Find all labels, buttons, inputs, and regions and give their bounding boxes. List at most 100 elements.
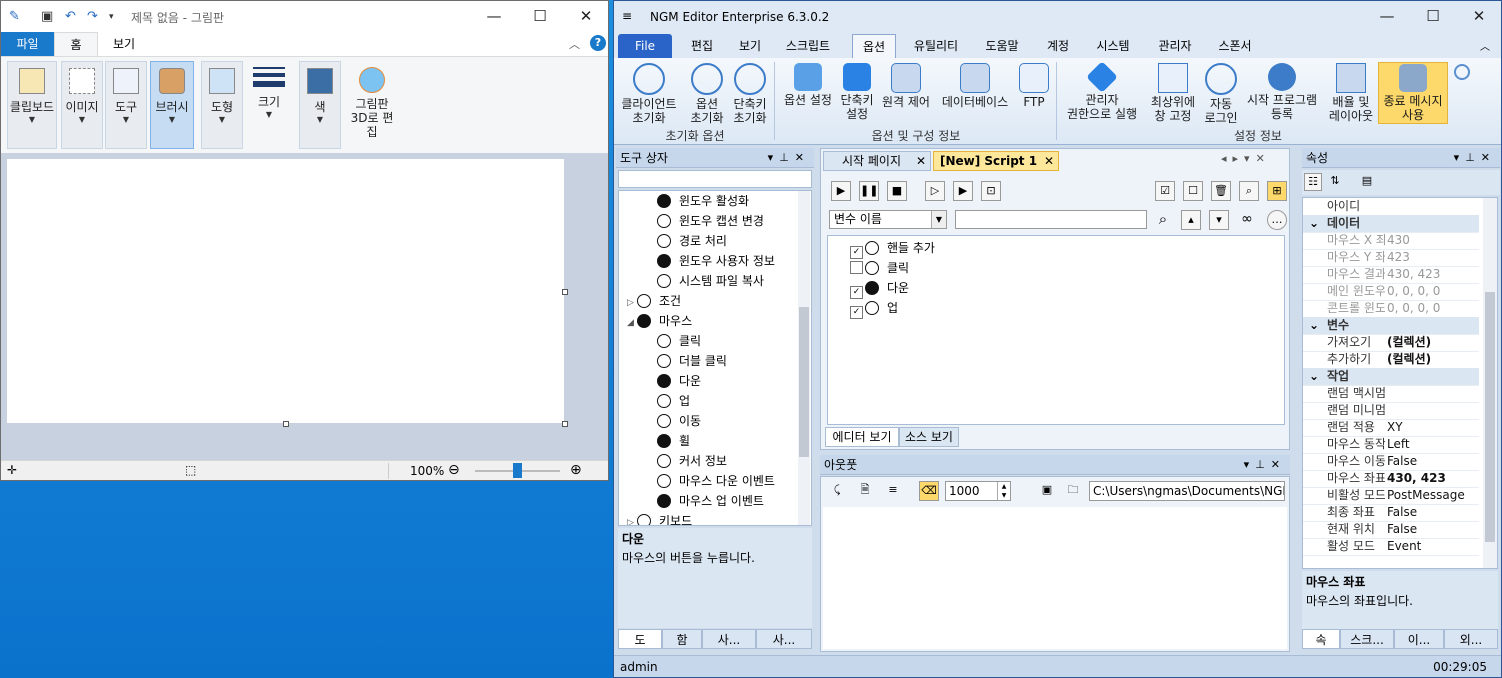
- collapse-icon[interactable]: ⌄: [1309, 317, 1319, 334]
- menu-script[interactable]: 스크립트: [778, 34, 838, 58]
- shapes-button[interactable]: 도형 ▼: [201, 61, 243, 149]
- property-row[interactable]: 랜덤 맥시멈: [1303, 385, 1479, 403]
- tab-source-view[interactable]: 소스 보기: [899, 427, 959, 447]
- property-row[interactable]: 활성 모드 Event: [1303, 538, 1479, 556]
- toolbox-search-input[interactable]: [618, 170, 812, 188]
- startup-register-button[interactable]: 시작 프로그램 등록: [1242, 62, 1322, 124]
- option-reset-button[interactable]: 옵션 초기화: [684, 62, 730, 125]
- toolbox-item[interactable]: ◢ 마우스: [627, 311, 692, 331]
- variable-select[interactable]: 변수 이름 ▼: [829, 210, 947, 229]
- run-as-admin-button[interactable]: 관리자 권한으로 실행: [1060, 61, 1144, 124]
- size-button[interactable]: 크기 ▼: [247, 61, 291, 149]
- remote-control-button[interactable]: 원격 제어: [878, 62, 934, 124]
- shortcut-reset-button[interactable]: 단축키 초기화: [730, 62, 770, 125]
- script-item[interactable]: 클릭: [850, 258, 909, 278]
- menu-utility[interactable]: 유틸리티: [906, 34, 966, 58]
- expand-icon[interactable]: ◢: [627, 313, 637, 333]
- tab-home[interactable]: 홈: [54, 32, 98, 56]
- property-row[interactable]: 현재 위치 False: [1303, 521, 1479, 539]
- property-row[interactable]: 콘트롤 윈도우0, 0, 0, 0: [1303, 300, 1479, 318]
- tab-editor-view[interactable]: 에디터 보기: [825, 427, 899, 447]
- menu-help[interactable]: 도움말: [978, 34, 1026, 58]
- ribbon-collapse-icon[interactable]: ︿: [1480, 38, 1490, 53]
- option-settings-button[interactable]: 옵션 설정: [780, 62, 836, 124]
- toolbox-item[interactable]: 윈도우 캡션 변경: [657, 211, 764, 231]
- property-row[interactable]: 마우스 이동 False: [1303, 453, 1479, 471]
- ngm-menu-icon[interactable]: ≡: [622, 9, 632, 23]
- save-icon[interactable]: ▣: [1037, 481, 1057, 501]
- shortcut-settings-button[interactable]: 단축키 설정: [838, 62, 876, 124]
- resize-handle-bottom[interactable]: [283, 421, 289, 427]
- tab-image[interactable]: 이...: [1394, 629, 1444, 649]
- pane-controls-icon[interactable]: ▾⊥✕: [1454, 148, 1496, 168]
- pause-button[interactable]: ❚❚: [859, 181, 879, 201]
- undo-icon[interactable]: ↶: [65, 9, 76, 24]
- toolbox-item[interactable]: ▷ 조건: [627, 291, 681, 311]
- toolbox-item[interactable]: 업: [657, 391, 690, 411]
- help-icon[interactable]: ?: [590, 35, 606, 51]
- ngm-maximize-button[interactable]: ☐: [1410, 1, 1456, 32]
- property-category[interactable]: ⌄ 변수: [1303, 317, 1479, 335]
- more-options-icon[interactable]: …: [1267, 210, 1287, 230]
- quick-access-dropdown-icon[interactable]: ▾: [109, 12, 114, 22]
- run-block-button[interactable]: ⊡: [981, 181, 1001, 201]
- script-item[interactable]: ✓ 업: [850, 298, 898, 319]
- tab-external[interactable]: 외...: [1444, 629, 1498, 649]
- property-row[interactable]: 마우스 Y 좌표423: [1303, 249, 1479, 267]
- tab-script-tree[interactable]: 스크...: [1340, 629, 1394, 649]
- save-icon[interactable]: ▣: [41, 9, 53, 24]
- menu-file[interactable]: File: [618, 34, 672, 58]
- close-tab-icon[interactable]: ✕: [1044, 152, 1054, 170]
- auto-login-button[interactable]: 자동 로그인: [1202, 62, 1240, 125]
- output-count-input[interactable]: 1000 ▲ ▼: [945, 481, 1011, 501]
- pane-controls-icon[interactable]: ▾⊥✕: [768, 148, 810, 168]
- property-row[interactable]: 마우스 좌표 430, 423: [1303, 470, 1479, 488]
- minimize-button[interactable]: —: [471, 1, 517, 32]
- zoom-in-button[interactable]: ⊕: [570, 462, 582, 478]
- client-reset-button[interactable]: 클라이언트 초기화: [618, 62, 680, 125]
- close-tab-icon[interactable]: ✕: [916, 152, 926, 170]
- menu-view[interactable]: 보기: [728, 34, 772, 58]
- ftp-button[interactable]: FTP: [1016, 62, 1052, 124]
- tab-functions[interactable]: 함: [662, 629, 702, 649]
- tab-file[interactable]: 파일: [1, 32, 54, 56]
- zoom-slider-thumb[interactable]: [513, 463, 522, 478]
- move-down-button[interactable]: ▾: [1209, 210, 1229, 230]
- toolbox-item[interactable]: 커서 정보: [657, 451, 727, 471]
- database-button[interactable]: 데이터베이스: [936, 62, 1014, 124]
- loop-icon[interactable]: ∞: [1237, 210, 1257, 230]
- property-row[interactable]: 마우스 동작 Left: [1303, 436, 1479, 454]
- toolbox-item[interactable]: ▷ 키보드: [627, 511, 692, 525]
- script-item[interactable]: ✓ 다운: [850, 278, 909, 299]
- menu-sponsor[interactable]: 스폰서: [1210, 34, 1260, 58]
- categorized-icon[interactable]: ☷: [1304, 173, 1322, 191]
- property-category[interactable]: ⌄ 작업: [1303, 368, 1479, 386]
- resize-handle-corner[interactable]: [562, 421, 568, 427]
- menu-edit[interactable]: 편집: [680, 34, 724, 58]
- collapse-ribbon-icon[interactable]: ︿: [569, 36, 580, 52]
- menu-admin[interactable]: 관리자: [1150, 34, 1200, 58]
- toolbox-item[interactable]: 더블 클릭: [657, 351, 727, 371]
- ribbon-settings-icon[interactable]: [1454, 64, 1470, 80]
- tree-view-button[interactable]: ⊞: [1267, 181, 1287, 201]
- menu-system[interactable]: 시스템: [1088, 34, 1138, 58]
- script-item[interactable]: ✓ 핸들 추가: [850, 238, 935, 259]
- brush-button[interactable]: 브러시 ▼: [150, 61, 194, 149]
- menu-options[interactable]: 옵션: [852, 34, 896, 58]
- tab-user-1[interactable]: 사...: [702, 629, 756, 649]
- toolbox-item[interactable]: 휠: [657, 431, 690, 451]
- toolbox-item[interactable]: 경로 처리: [657, 231, 727, 251]
- tab-script-1[interactable]: [New] Script 1 ✕: [933, 151, 1059, 171]
- property-row[interactable]: 메인 윈도우 0, 0, 0, 0: [1303, 283, 1479, 301]
- zoom-out-button[interactable]: ⊖: [448, 462, 460, 478]
- menu-account[interactable]: 계정: [1038, 34, 1078, 58]
- property-row[interactable]: 마우스 결과 430, 423: [1303, 266, 1479, 284]
- play-button[interactable]: ▶: [831, 181, 851, 201]
- tools-button[interactable]: 도구 ▼: [105, 61, 147, 149]
- close-button[interactable]: ✕: [563, 1, 608, 32]
- search-icon[interactable]: ⌕: [1153, 210, 1173, 230]
- find-button[interactable]: ⌕: [1239, 181, 1259, 201]
- toolbox-item[interactable]: 다운: [657, 371, 701, 391]
- folder-icon[interactable]: 🗀: [1063, 481, 1083, 501]
- property-category[interactable]: ⌄ 데이터: [1303, 215, 1479, 233]
